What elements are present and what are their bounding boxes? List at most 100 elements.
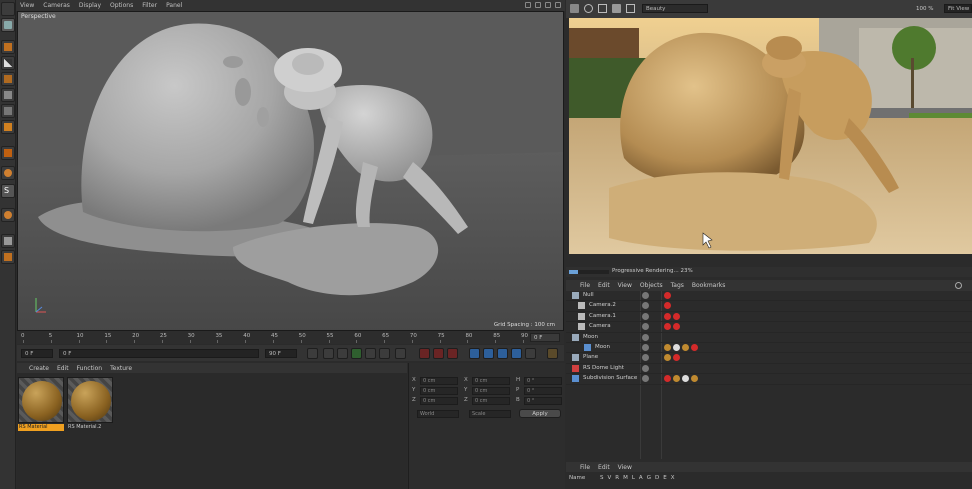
snap-icon[interactable]: S xyxy=(1,184,15,198)
menu-edit[interactable]: Edit xyxy=(598,282,610,289)
object-name[interactable]: Moon xyxy=(583,334,598,340)
rotation-p-field[interactable]: 0 ° xyxy=(524,387,562,395)
menu-edit[interactable]: Edit xyxy=(598,464,610,471)
object-tag-icon[interactable] xyxy=(664,344,671,351)
end-frame-field[interactable]: 90 F xyxy=(265,349,297,358)
position-y-field[interactable]: 0 cm xyxy=(420,387,458,395)
search-icon[interactable] xyxy=(955,282,962,289)
object-tag-icon[interactable] xyxy=(664,292,671,299)
menu-create[interactable]: Create xyxy=(29,365,49,372)
menu-edit[interactable]: Edit xyxy=(57,365,69,372)
menu-panel[interactable]: Panel xyxy=(166,2,182,9)
key-rotation-icon[interactable] xyxy=(497,348,508,359)
size-y-field[interactable]: 0 cm xyxy=(472,387,510,395)
visibility-toggle-icon[interactable] xyxy=(642,323,649,331)
object-row[interactable]: Plane xyxy=(566,353,972,364)
object-row[interactable]: Camera.1 xyxy=(566,312,972,323)
viewport-nav-icon[interactable] xyxy=(525,2,531,8)
menu-texture[interactable]: Texture xyxy=(110,365,132,372)
object-name[interactable]: Null xyxy=(583,292,594,298)
object-tag-icon[interactable] xyxy=(664,302,671,310)
object-name[interactable]: RS Dome Light xyxy=(583,365,624,371)
size-mode-select[interactable]: Scale xyxy=(469,410,511,418)
object-name[interactable]: Camera xyxy=(589,323,611,329)
point-mode-icon[interactable] xyxy=(1,88,15,102)
object-row[interactable]: Subdivision Surface xyxy=(566,374,972,385)
visibility-toggle-icon[interactable] xyxy=(642,292,649,299)
menu-view[interactable]: View xyxy=(618,282,632,289)
object-tag-icon[interactable] xyxy=(664,312,671,320)
autokey-icon[interactable] xyxy=(433,348,444,359)
object-tag-icon[interactable] xyxy=(664,323,671,331)
menu-objects[interactable]: Objects xyxy=(640,282,663,289)
object-tag-icon[interactable] xyxy=(673,312,680,320)
object-tag-icon[interactable] xyxy=(682,375,689,383)
position-z-field[interactable]: 0 cm xyxy=(420,397,458,405)
menu-bookmarks[interactable]: Bookmarks xyxy=(692,282,726,289)
object-tag-icon[interactable] xyxy=(673,323,680,331)
viewport-rotate-icon[interactable] xyxy=(545,2,551,8)
frame-scrub-field[interactable]: 0 F xyxy=(59,349,259,358)
menu-tags[interactable]: Tags xyxy=(671,282,684,289)
material-swatch[interactable]: RS Material.2 xyxy=(67,377,113,430)
key-scale-icon[interactable] xyxy=(483,348,494,359)
position-x-field[interactable]: 0 cm xyxy=(420,377,458,385)
menu-filter[interactable]: Filter xyxy=(142,2,157,9)
next-key-icon[interactable] xyxy=(379,348,390,359)
visibility-toggle-icon[interactable] xyxy=(642,364,649,372)
size-z-field[interactable]: 0 cm xyxy=(472,397,510,405)
menu-view[interactable]: View xyxy=(618,464,632,471)
cube-icon[interactable] xyxy=(1,40,15,54)
region-icon[interactable] xyxy=(598,4,607,13)
menu-file[interactable]: File xyxy=(580,464,590,471)
prev-key-icon[interactable] xyxy=(323,348,334,359)
snapshot-camera-icon[interactable] xyxy=(612,4,621,13)
object-tag-icon[interactable] xyxy=(664,354,671,362)
zoom-readout[interactable]: 100 % xyxy=(916,6,933,12)
object-name[interactable]: Camera.2 xyxy=(589,302,616,308)
edge-mode-icon[interactable] xyxy=(1,104,15,118)
menu-function[interactable]: Function xyxy=(77,365,103,372)
object-row[interactable]: Moon xyxy=(566,333,972,343)
object-row[interactable]: RS Dome Light xyxy=(566,364,972,375)
object-row[interactable]: Moon xyxy=(566,343,972,354)
object-tag-icon[interactable] xyxy=(664,375,671,383)
coordinate-mode-select[interactable]: World xyxy=(417,410,459,418)
viewport-maximize-icon[interactable] xyxy=(555,2,561,8)
render-stop-icon[interactable] xyxy=(570,4,579,13)
rotation-h-field[interactable]: 0 ° xyxy=(524,377,562,385)
undo-icon[interactable] xyxy=(1,2,15,16)
workplane-icon[interactable] xyxy=(1,234,15,248)
texture-icon[interactable] xyxy=(1,72,15,86)
lock-icon[interactable] xyxy=(1,250,15,264)
viewport-zoom-icon[interactable] xyxy=(535,2,541,8)
visibility-toggle-icon[interactable] xyxy=(642,302,649,310)
refresh-icon[interactable] xyxy=(584,4,593,13)
material-swatch[interactable]: RS Material xyxy=(18,377,64,431)
rotation-b-field[interactable]: 0 ° xyxy=(524,397,562,405)
object-tag-icon[interactable] xyxy=(691,375,698,383)
play-icon[interactable] xyxy=(351,348,362,359)
object-tag-icon[interactable] xyxy=(691,344,698,351)
timeline-window-icon[interactable] xyxy=(547,348,558,359)
timeline-ruler[interactable]: 0 5 10 15 20 25 30 35 40 45 50 55 60 65 70 75 80 85 90 0 F xyxy=(17,331,564,344)
goto-end-icon[interactable] xyxy=(395,348,406,359)
object-name[interactable]: Subdivision Surface xyxy=(583,375,637,381)
render-image[interactable] xyxy=(569,18,972,254)
object-tag-icon[interactable] xyxy=(682,344,689,351)
key-position-icon[interactable] xyxy=(469,348,480,359)
prev-frame-icon[interactable] xyxy=(337,348,348,359)
fit-view-button[interactable]: Fit View xyxy=(944,4,972,13)
axis-mode-icon[interactable] xyxy=(1,146,15,160)
object-name[interactable]: Camera.1 xyxy=(589,313,616,319)
object-name[interactable]: Moon xyxy=(595,344,610,350)
key-param-icon[interactable] xyxy=(511,348,522,359)
menu-cameras[interactable]: Cameras xyxy=(43,2,70,9)
menu-display[interactable]: Display xyxy=(79,2,101,9)
keyframe-selection-icon[interactable] xyxy=(447,348,458,359)
sculpt-brush-icon[interactable] xyxy=(1,208,15,222)
goto-start-icon[interactable] xyxy=(307,348,318,359)
apply-button[interactable]: Apply xyxy=(519,409,561,418)
size-x-field[interactable]: 0 cm xyxy=(472,377,510,385)
menu-file[interactable]: File xyxy=(580,282,590,289)
